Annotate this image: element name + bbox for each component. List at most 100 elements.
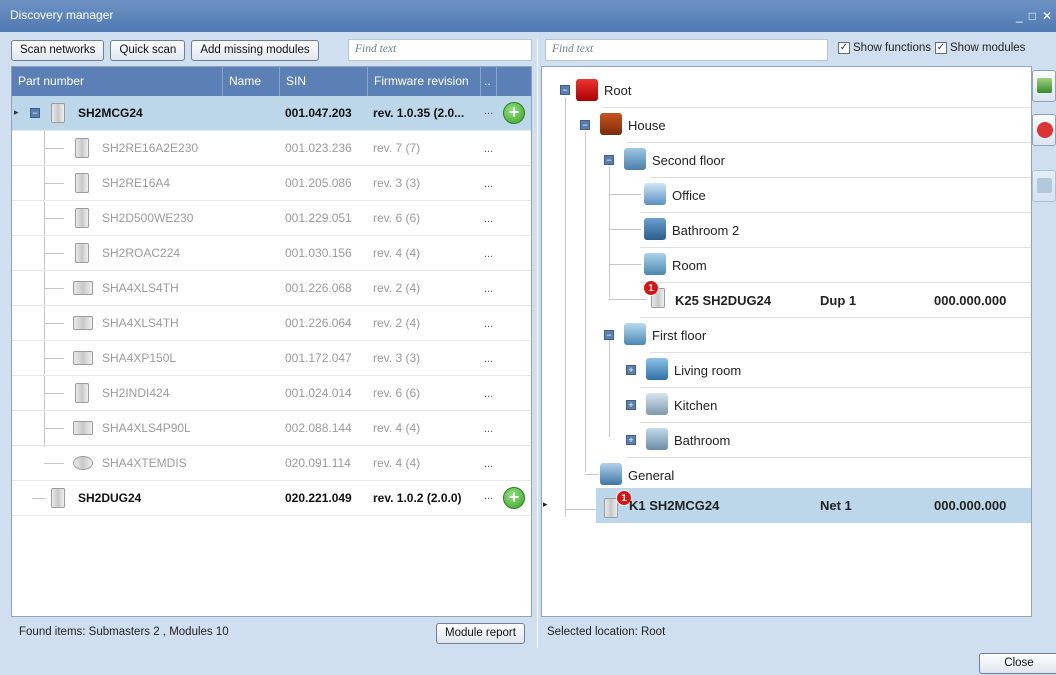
firmware: rev. 4 (4) bbox=[373, 246, 421, 260]
table-row[interactable]: SH2DUG24 020.221.049 rev. 1.0.2 (2.0.0) … bbox=[12, 481, 531, 516]
tree-node-first-floor[interactable]: First floor bbox=[652, 318, 706, 353]
add-module-icon[interactable]: + bbox=[503, 487, 525, 509]
table-row[interactable]: SHA4XLS4TH 001.226.064 rev. 2 (4) ... bbox=[12, 306, 531, 341]
right-find-input[interactable]: Find text bbox=[545, 39, 828, 61]
minimize-icon[interactable]: _ bbox=[1016, 9, 1023, 23]
col-part-number[interactable]: Part number bbox=[12, 67, 223, 96]
row-pointer-icon: ▸ bbox=[14, 107, 19, 117]
table-row[interactable]: SHA4XTEMDIS 020.091.114 rev. 4 (4) ... bbox=[12, 446, 531, 481]
tree-node-kitchen[interactable]: Kitchen bbox=[674, 388, 717, 423]
auto-assign-icon bbox=[1037, 78, 1052, 93]
col-name[interactable]: Name bbox=[223, 67, 280, 96]
more-button[interactable]: ... bbox=[484, 178, 493, 190]
sin: 001.024.014 bbox=[285, 386, 352, 400]
selected-location-status: Selected location: Root bbox=[547, 626, 666, 638]
tree-node-house[interactable]: House bbox=[628, 108, 666, 143]
more-button[interactable]: ... bbox=[484, 213, 493, 225]
scan-networks-button[interactable]: Scan networks bbox=[11, 39, 105, 61]
left-find-input[interactable]: Find text bbox=[348, 39, 532, 61]
table-row[interactable]: SHA4XLS4TH 001.226.068 rev. 2 (4) ... bbox=[12, 271, 531, 306]
auto-assign-button[interactable] bbox=[1032, 70, 1056, 102]
found-items-status: Found items: Submasters 2 , Modules 10 bbox=[19, 626, 229, 638]
tree-branch bbox=[44, 393, 64, 394]
grid-icon bbox=[1037, 178, 1052, 193]
expand-icon[interactable]: + bbox=[626, 400, 636, 410]
sin: 020.091.114 bbox=[285, 456, 351, 470]
firmware: rev. 2 (4) bbox=[373, 281, 421, 295]
table-row[interactable]: SHA4XP150L 001.172.047 rev. 3 (3) ... bbox=[12, 341, 531, 376]
part-number: SH2D500WE230 bbox=[102, 211, 194, 225]
show-functions-checkbox[interactable]: ✓ Show functions bbox=[838, 42, 931, 54]
more-button[interactable]: ... bbox=[484, 318, 493, 330]
table-row[interactable]: ▸ − SH2MCG24 001.047.203 rev. 1.0.35 (2.… bbox=[12, 96, 531, 131]
col-more[interactable]: .. bbox=[481, 67, 497, 96]
bathroom-icon bbox=[644, 218, 666, 240]
more-button[interactable]: ... bbox=[484, 423, 493, 435]
more-button[interactable]: ... bbox=[484, 458, 493, 470]
add-module-icon[interactable]: + bbox=[503, 102, 525, 124]
table-row[interactable]: SH2INDI424 001.024.014 rev. 6 (6) ... bbox=[12, 376, 531, 411]
tree-branch bbox=[565, 509, 597, 510]
tree-branch bbox=[44, 358, 64, 359]
collapse-icon[interactable]: − bbox=[30, 108, 40, 118]
tree-node-root[interactable]: Root bbox=[604, 73, 631, 108]
location-tree: − Root − House − Second floor Office Bat… bbox=[541, 66, 1032, 617]
expand-icon[interactable]: + bbox=[626, 365, 636, 375]
more-button[interactable]: ... bbox=[484, 388, 493, 400]
collapse-icon[interactable]: − bbox=[604, 330, 614, 340]
sin: 020.221.049 bbox=[285, 491, 352, 505]
table-row[interactable]: SH2D500WE230 001.229.051 rev. 6 (6) ... bbox=[12, 201, 531, 236]
module-icon bbox=[75, 173, 89, 193]
col-sin[interactable]: SIN bbox=[280, 67, 368, 96]
tree-branch bbox=[44, 218, 64, 219]
show-modules-checkbox[interactable]: ✓ Show modules bbox=[935, 42, 1025, 54]
more-button[interactable]: ... bbox=[484, 283, 493, 295]
expand-icon[interactable]: + bbox=[626, 435, 636, 445]
kitchen-icon bbox=[646, 393, 668, 415]
tree-branch bbox=[44, 463, 64, 464]
tree-node-bathroom-2[interactable]: Bathroom 2 bbox=[672, 213, 739, 248]
panel-divider[interactable] bbox=[537, 38, 538, 648]
more-button[interactable]: ... bbox=[484, 353, 493, 365]
col-firmware[interactable]: Firmware revision bbox=[368, 67, 481, 96]
close-button[interactable]: Close bbox=[979, 653, 1056, 674]
add-missing-modules-button[interactable]: Add missing modules bbox=[191, 39, 319, 61]
office-icon bbox=[644, 183, 666, 205]
tree-node-k25[interactable]: K25 SH2DUG24 bbox=[675, 283, 771, 318]
table-row[interactable]: SH2RE16A2E230 001.023.236 rev. 7 (7) ... bbox=[12, 131, 531, 166]
quick-scan-button[interactable]: Quick scan bbox=[110, 39, 186, 61]
firmware: rev. 3 (3) bbox=[373, 351, 421, 365]
firmware: rev. 1.0.35 (2.0... bbox=[373, 106, 465, 120]
collapse-icon[interactable]: − bbox=[580, 120, 590, 130]
collapse-icon[interactable]: − bbox=[560, 85, 570, 95]
table-row[interactable]: SH2RE16A4 001.205.086 rev. 3 (3) ... bbox=[12, 166, 531, 201]
stop-button[interactable] bbox=[1032, 114, 1056, 146]
sin: 001.172.047 bbox=[285, 351, 352, 365]
more-button[interactable]: ... bbox=[484, 248, 493, 260]
table-row[interactable]: SHA4XLS4P90L 002.088.144 rev. 4 (4) ... bbox=[12, 411, 531, 446]
firmware: rev. 3 (3) bbox=[373, 176, 421, 190]
tree-node-k1[interactable]: K1 SH2MCG24 bbox=[629, 488, 719, 523]
tree-node-room[interactable]: Room bbox=[672, 248, 707, 283]
tree-node-living-room[interactable]: Living room bbox=[674, 353, 741, 388]
more-button[interactable]: ... bbox=[484, 490, 493, 502]
firmware: rev. 2 (4) bbox=[373, 316, 421, 330]
collapse-icon[interactable]: − bbox=[604, 155, 614, 165]
more-button[interactable]: ... bbox=[484, 143, 493, 155]
sin: 001.226.068 bbox=[285, 281, 352, 295]
checkbox-checked-icon: ✓ bbox=[838, 42, 850, 54]
bathroom-icon bbox=[646, 428, 668, 450]
table-row[interactable]: SH2ROAC224 001.030.156 rev. 4 (4) ... bbox=[12, 236, 531, 271]
tree-node-bathroom[interactable]: Bathroom bbox=[674, 423, 730, 458]
tree-branch bbox=[32, 498, 46, 499]
sin: 001.229.051 bbox=[285, 211, 352, 225]
more-button[interactable]: ... bbox=[484, 105, 493, 117]
maximize-icon[interactable]: □ bbox=[1029, 9, 1036, 23]
tree-node-office[interactable]: Office bbox=[672, 178, 706, 213]
sin: 001.205.086 bbox=[285, 176, 352, 190]
module-report-button[interactable]: Module report bbox=[436, 623, 525, 644]
row-separator bbox=[650, 177, 1031, 178]
close-window-icon[interactable]: ✕ bbox=[1042, 9, 1052, 23]
grid-view-button[interactable] bbox=[1032, 170, 1056, 202]
tree-node-second-floor[interactable]: Second floor bbox=[652, 143, 725, 178]
